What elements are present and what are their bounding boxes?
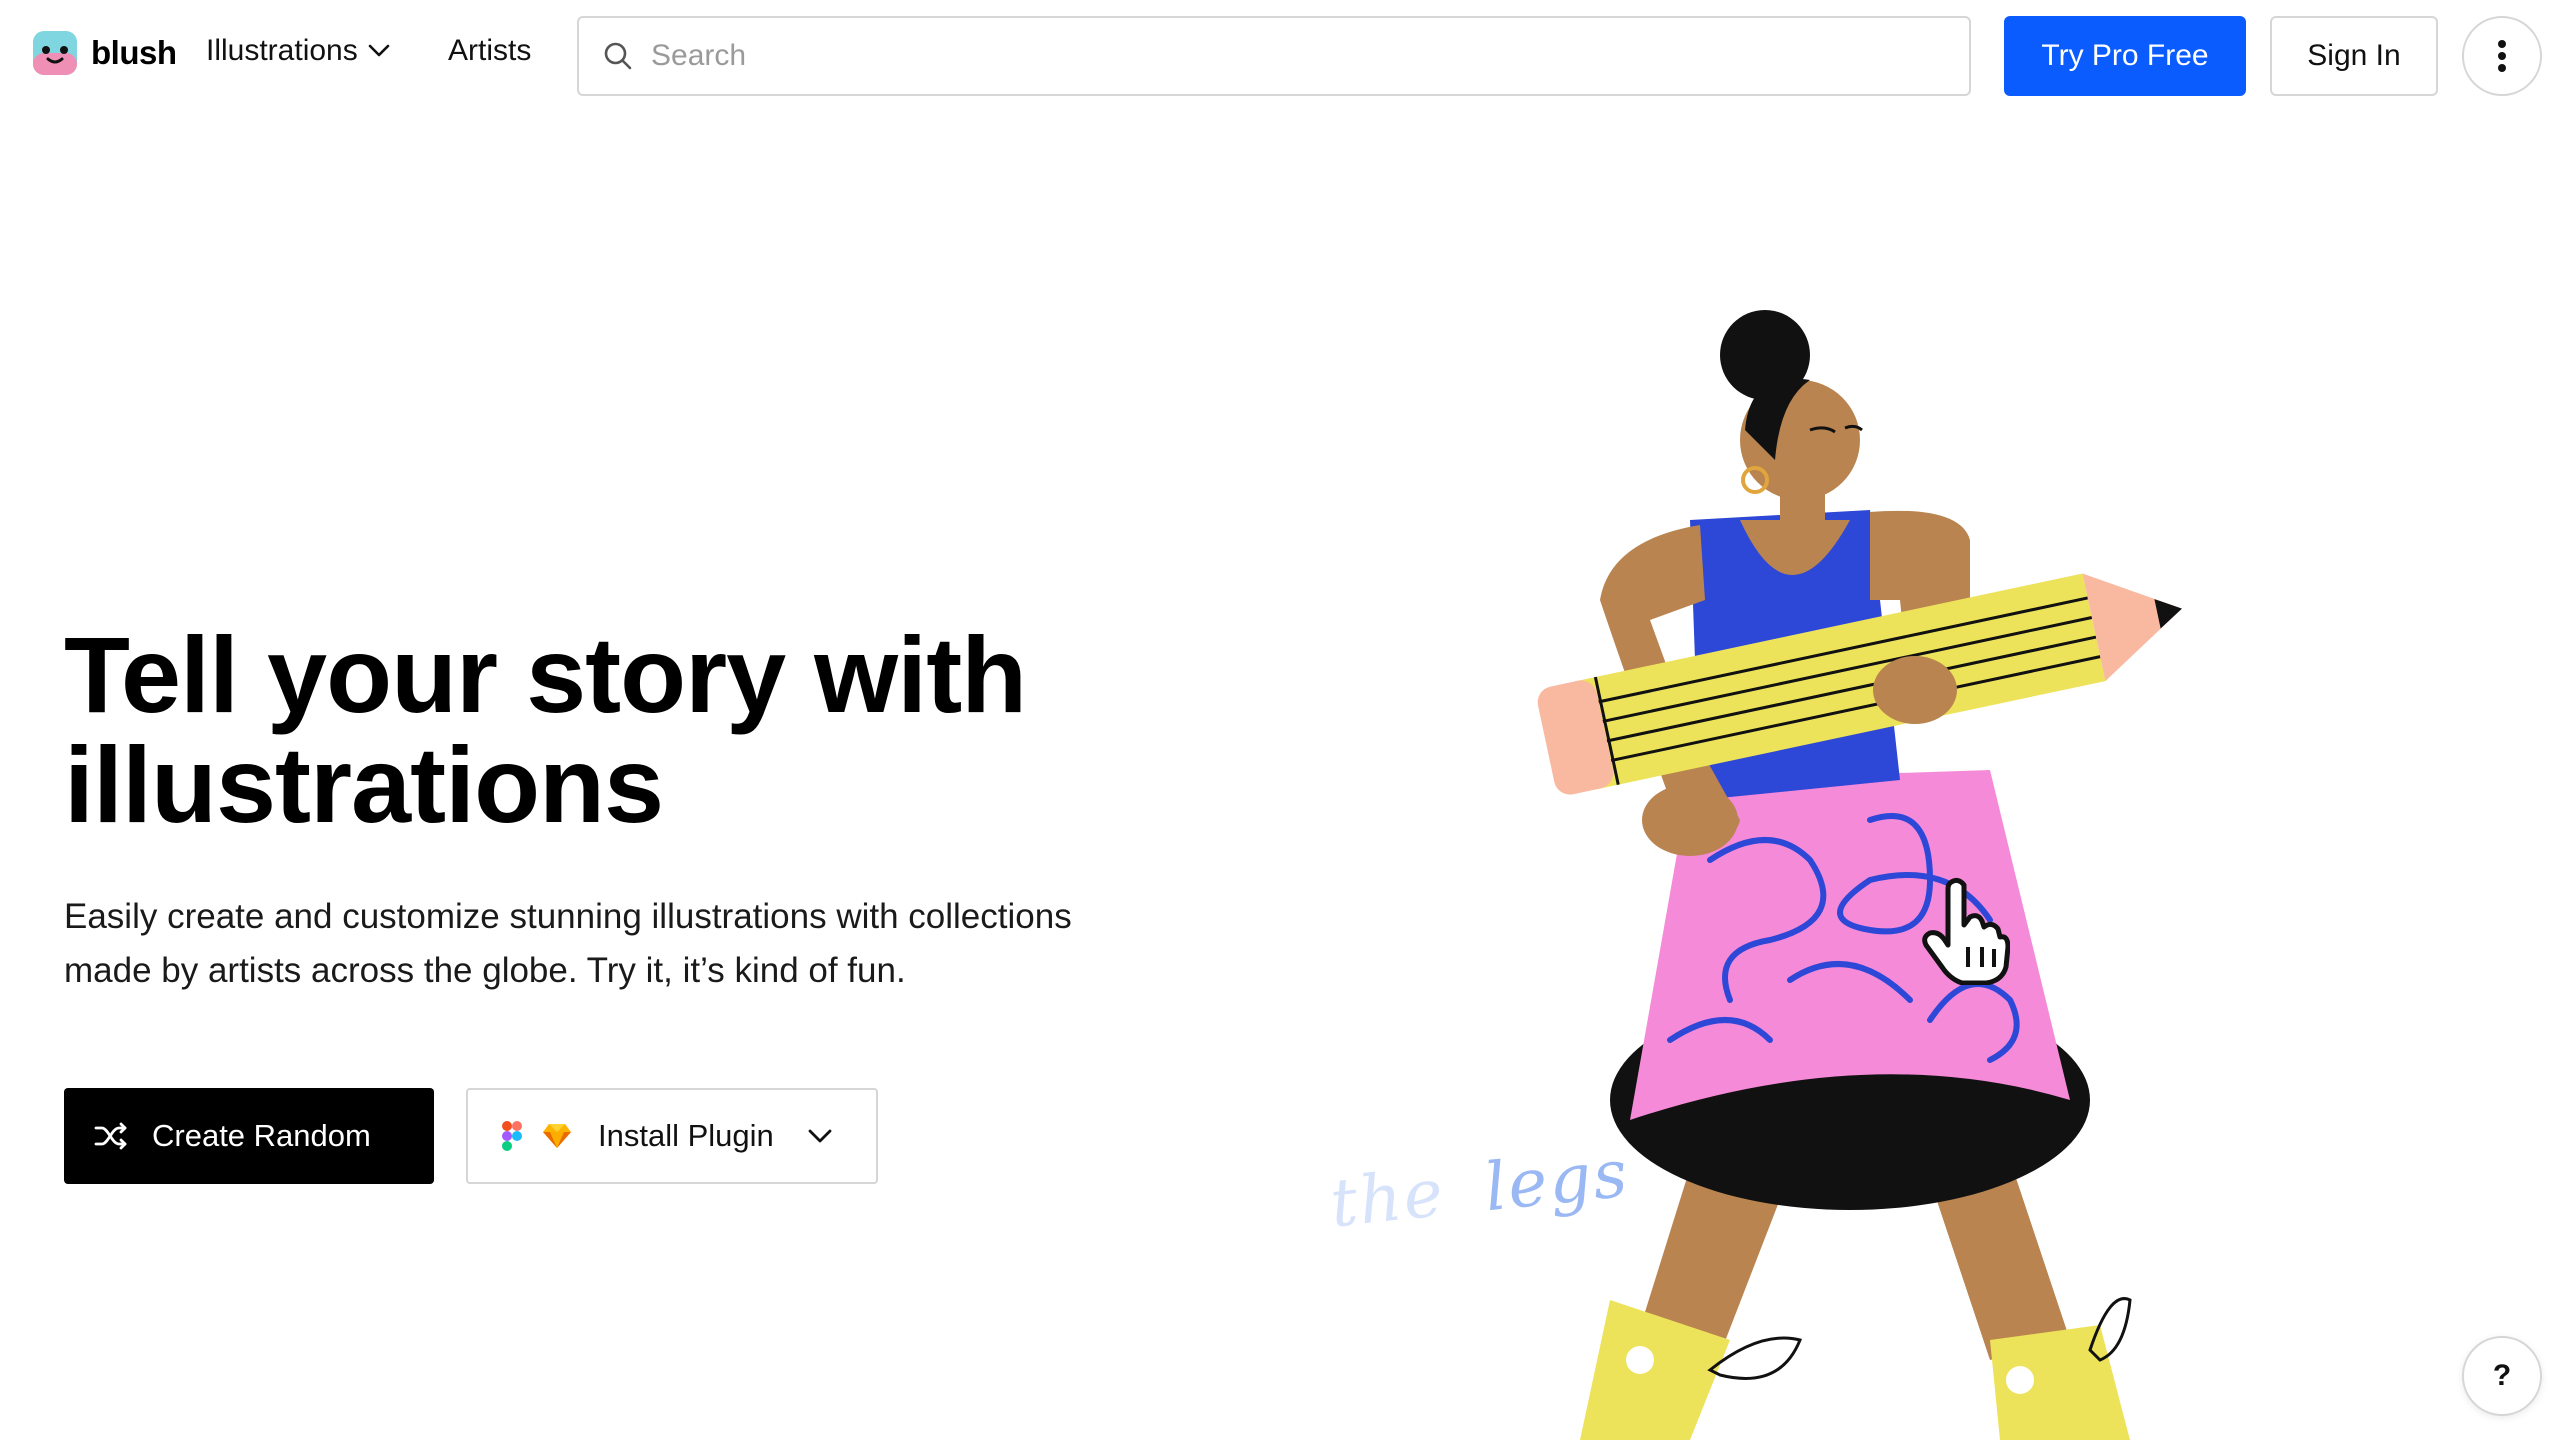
more-options-button[interactable]: [2462, 16, 2542, 96]
more-vertical-icon: [2498, 40, 2506, 72]
hero-illustration: [1537, 310, 2182, 1440]
search-icon: [604, 42, 632, 70]
hero-description: Easily create and customize stunning ill…: [64, 897, 1072, 990]
blush-logo-icon: [33, 31, 77, 75]
help-button[interactable]: ?: [2462, 1336, 2542, 1416]
hand-cursor-icon: [1922, 877, 2010, 985]
annotation-the: the: [1326, 1153, 1449, 1243]
figma-icon: [502, 1121, 522, 1151]
nav-illustrations-label: Illustrations: [206, 34, 358, 67]
search-bar[interactable]: [577, 16, 1971, 96]
sign-in-button[interactable]: Sign In: [2270, 16, 2438, 96]
install-plugin-dropdown[interactable]: Install Plugin: [466, 1088, 878, 1184]
annotation-legs: legs: [1481, 1134, 1633, 1227]
nav-artists-link[interactable]: Artists: [448, 34, 531, 68]
try-pro-free-button[interactable]: Try Pro Free: [2004, 16, 2246, 96]
create-random-button[interactable]: Create Random: [64, 1088, 434, 1184]
chevron-down-icon: [808, 1129, 832, 1142]
logo-text: blush: [91, 34, 177, 71]
blush-logo[interactable]: blush: [31, 29, 177, 77]
create-random-label: Create Random: [152, 1118, 371, 1153]
sketch-icon: [543, 1124, 571, 1148]
top-navbar: blush Illustrations Artists Try Pro Free…: [0, 0, 2560, 112]
search-input[interactable]: [651, 39, 1951, 73]
hero-title: Tell your story with illustrations: [64, 614, 1027, 845]
install-plugin-label: Install Plugin: [598, 1118, 774, 1153]
chevron-down-icon: [368, 44, 390, 57]
nav-illustrations-dropdown[interactable]: Illustrations: [206, 34, 390, 68]
shuffle-icon: [94, 1122, 127, 1150]
